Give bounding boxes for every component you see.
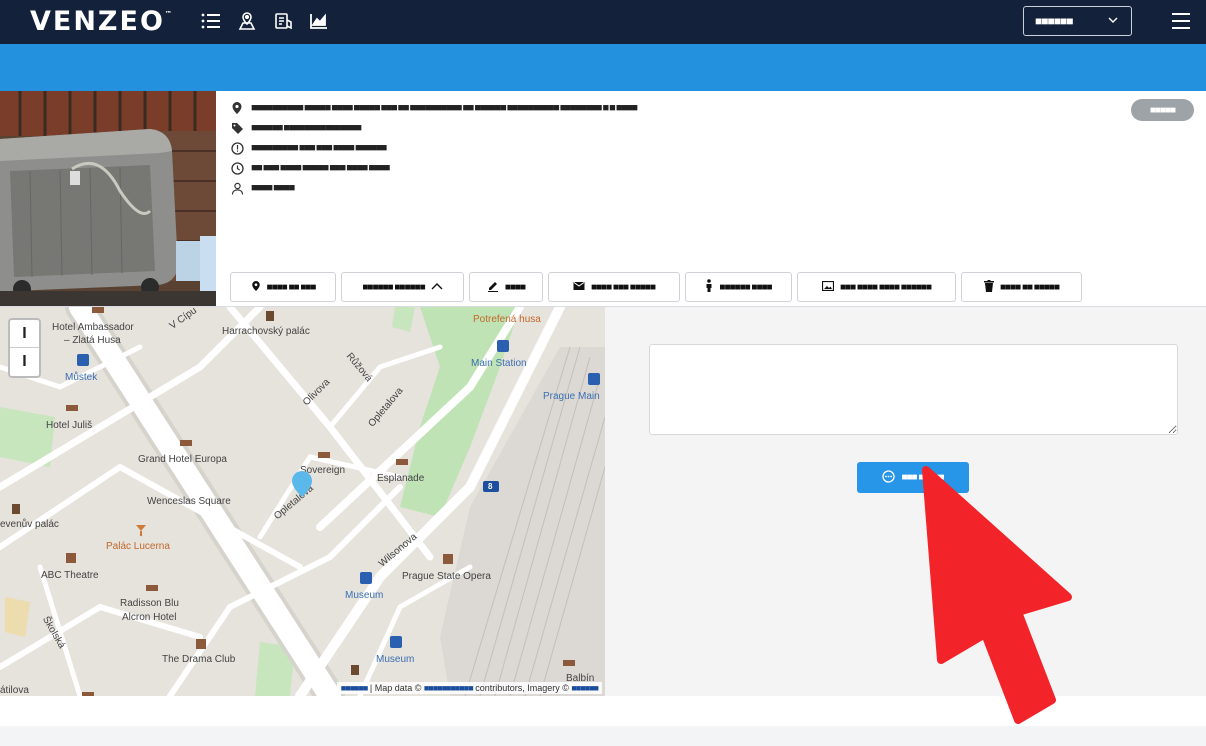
tag-icon: [230, 121, 244, 135]
chevron-up-icon: [431, 281, 443, 294]
attribution-leaflet-link[interactable]: ■■■■■■: [341, 683, 369, 693]
image-icon: [821, 280, 835, 294]
hamburger-menu-icon[interactable]: [1170, 10, 1192, 32]
location-pin-icon: [251, 280, 261, 295]
report-info: ■■■■■■■■■■ ■■■■■ ■■■■ ■■■■■ ■■■ ■■ ■■■■■…: [230, 98, 638, 198]
pencil-icon: [487, 280, 499, 295]
comment-textarea[interactable]: [649, 344, 1178, 435]
delete-report-button[interactable]: ■■■■ ■■ ■■■■■: [961, 272, 1082, 302]
action-toolbar: ■■■■ ■■ ■■■ ■■■■■■ ■■■■■■ ■■■■ ■■■■ ■■■ …: [230, 272, 1082, 302]
map-view[interactable]: Hotel Ambassador – Zlatá Husa V Cípu Har…: [0, 307, 605, 696]
report-icon[interactable]: [272, 10, 294, 32]
map-attribution: ■■■■■■ | Map data © ■■■■■■■■■■■ contribu…: [336, 682, 602, 694]
venzeo-logo[interactable]: VENZEO™: [30, 6, 172, 37]
status-badge: ■■■■■: [1131, 99, 1194, 121]
comment-panel: ■■■ ■■■■■: [605, 307, 1206, 696]
category-text: ■■■■■■ ■■■■■■■■■■■■■■■: [251, 122, 362, 134]
assign-person-button[interactable]: ■■■■■■ ■■■■: [685, 272, 792, 302]
footer-bottom: [0, 726, 1206, 746]
chevron-down-icon: [1107, 14, 1119, 29]
map-zoom-control: I I: [8, 318, 41, 378]
user-text: ■■■■ ■■■■: [251, 182, 295, 194]
footer-bar: [0, 696, 1206, 726]
report-card: ■■■■■■■■■■ ■■■■■ ■■■■ ■■■■■ ■■■ ■■ ■■■■■…: [0, 91, 1206, 307]
add-photo-button[interactable]: ■■■ ■■■■ ■■■■ ■■■■■■: [797, 272, 956, 302]
nav-icons: [200, 10, 330, 32]
status-dropdown-button[interactable]: ■■■■■■ ■■■■■■: [341, 272, 464, 302]
alert-circle-icon: [230, 141, 244, 155]
envelope-icon: [573, 281, 585, 294]
zoom-in-button[interactable]: I: [10, 320, 39, 348]
report-photo[interactable]: [0, 91, 216, 306]
attribution-osm-link[interactable]: ■■■■■■■■■■■: [424, 683, 474, 693]
language-select[interactable]: ■■■■■■: [1023, 6, 1132, 36]
edit-button[interactable]: ■■■■: [469, 272, 543, 302]
zoom-out-button[interactable]: I: [10, 348, 39, 376]
blue-banner: [0, 44, 1206, 91]
user-row: ■■■■ ■■■■: [230, 178, 636, 198]
address-text: ■■■■■■■■■■ ■■■■■ ■■■■ ■■■■■ ■■■ ■■ ■■■■■…: [251, 102, 638, 114]
clock-icon: [230, 161, 244, 175]
show-on-map-button[interactable]: ■■■■ ■■ ■■■: [230, 272, 336, 302]
top-navbar: VENZEO™ ■■■■■■: [0, 0, 1206, 44]
category-row: ■■■■■■ ■■■■■■■■■■■■■■■: [230, 118, 636, 138]
chart-icon[interactable]: [308, 10, 330, 32]
attribution-provider-link[interactable]: ■■■■■■: [571, 683, 599, 693]
location-pin-icon: [230, 101, 244, 115]
address-row: ■■■■■■■■■■ ■■■■■ ■■■■ ■■■■■ ■■■ ■■ ■■■■■…: [230, 98, 638, 118]
add-comment-button[interactable]: ■■■ ■■■■■: [857, 462, 969, 493]
list-icon[interactable]: [200, 10, 222, 32]
map-pins-icon[interactable]: [236, 10, 258, 32]
trash-icon: [984, 279, 994, 295]
time-row: ■■ ■■■ ■■■■ ■■■■■ ■■■ ■■■■ ■■■■: [230, 158, 636, 178]
user-icon: [230, 181, 244, 195]
send-email-button[interactable]: ■■■■ ■■■ ■■■■■: [548, 272, 680, 302]
map-poi-icons: [12, 307, 600, 696]
status-text: ■■■■■■■■■ ■■■ ■■■ ■■■■ ■■■■■■: [251, 142, 387, 154]
status-row: ■■■■■■■■■ ■■■ ■■■ ■■■■ ■■■■■■: [230, 138, 636, 158]
time-text: ■■ ■■■ ■■■■ ■■■■■ ■■■ ■■■■ ■■■■: [251, 162, 390, 174]
chat-bubble-icon: [882, 469, 896, 486]
person-icon: [705, 279, 713, 295]
